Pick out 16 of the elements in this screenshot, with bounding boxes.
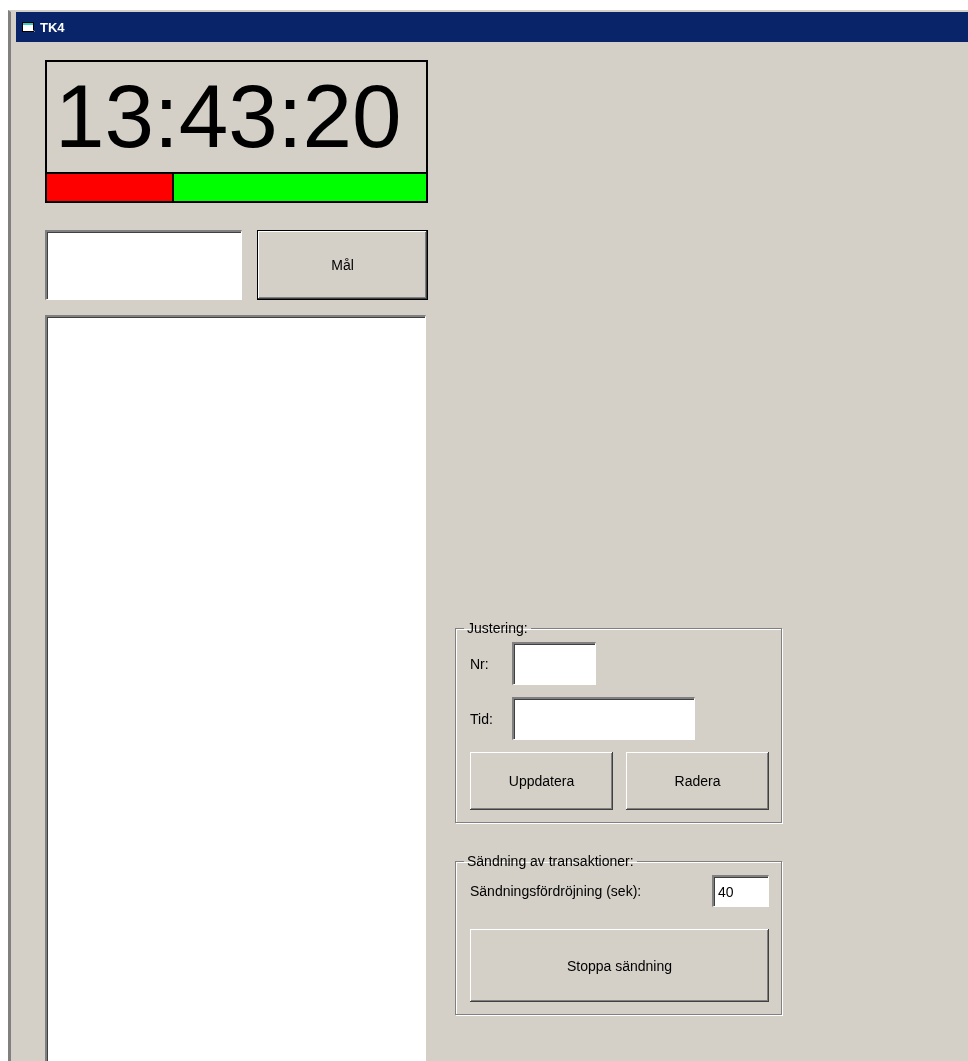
delay-label: Sändningsfördröjning (sek):	[470, 883, 642, 899]
target-field[interactable]	[45, 230, 242, 300]
window-title: TK4	[40, 19, 65, 35]
field-label: Nr:	[470, 655, 490, 672]
stop-button[interactable]: Stoppa sändning	[470, 929, 769, 1002]
action-button[interactable]: Radera	[626, 752, 769, 810]
group-title: Justering:	[466, 620, 529, 636]
clock-time: 13:43:20	[54, 65, 403, 168]
input-field[interactable]	[512, 642, 596, 685]
group-title: Sändning av transaktioner:	[466, 853, 635, 869]
window-icon	[22, 21, 36, 33]
target-button[interactable]: Mål	[257, 230, 428, 300]
action-button[interactable]: Uppdatera	[470, 752, 613, 810]
delay-field[interactable]: 40	[712, 875, 769, 907]
input-field[interactable]	[512, 697, 695, 740]
field-label: Tid:	[470, 710, 494, 727]
